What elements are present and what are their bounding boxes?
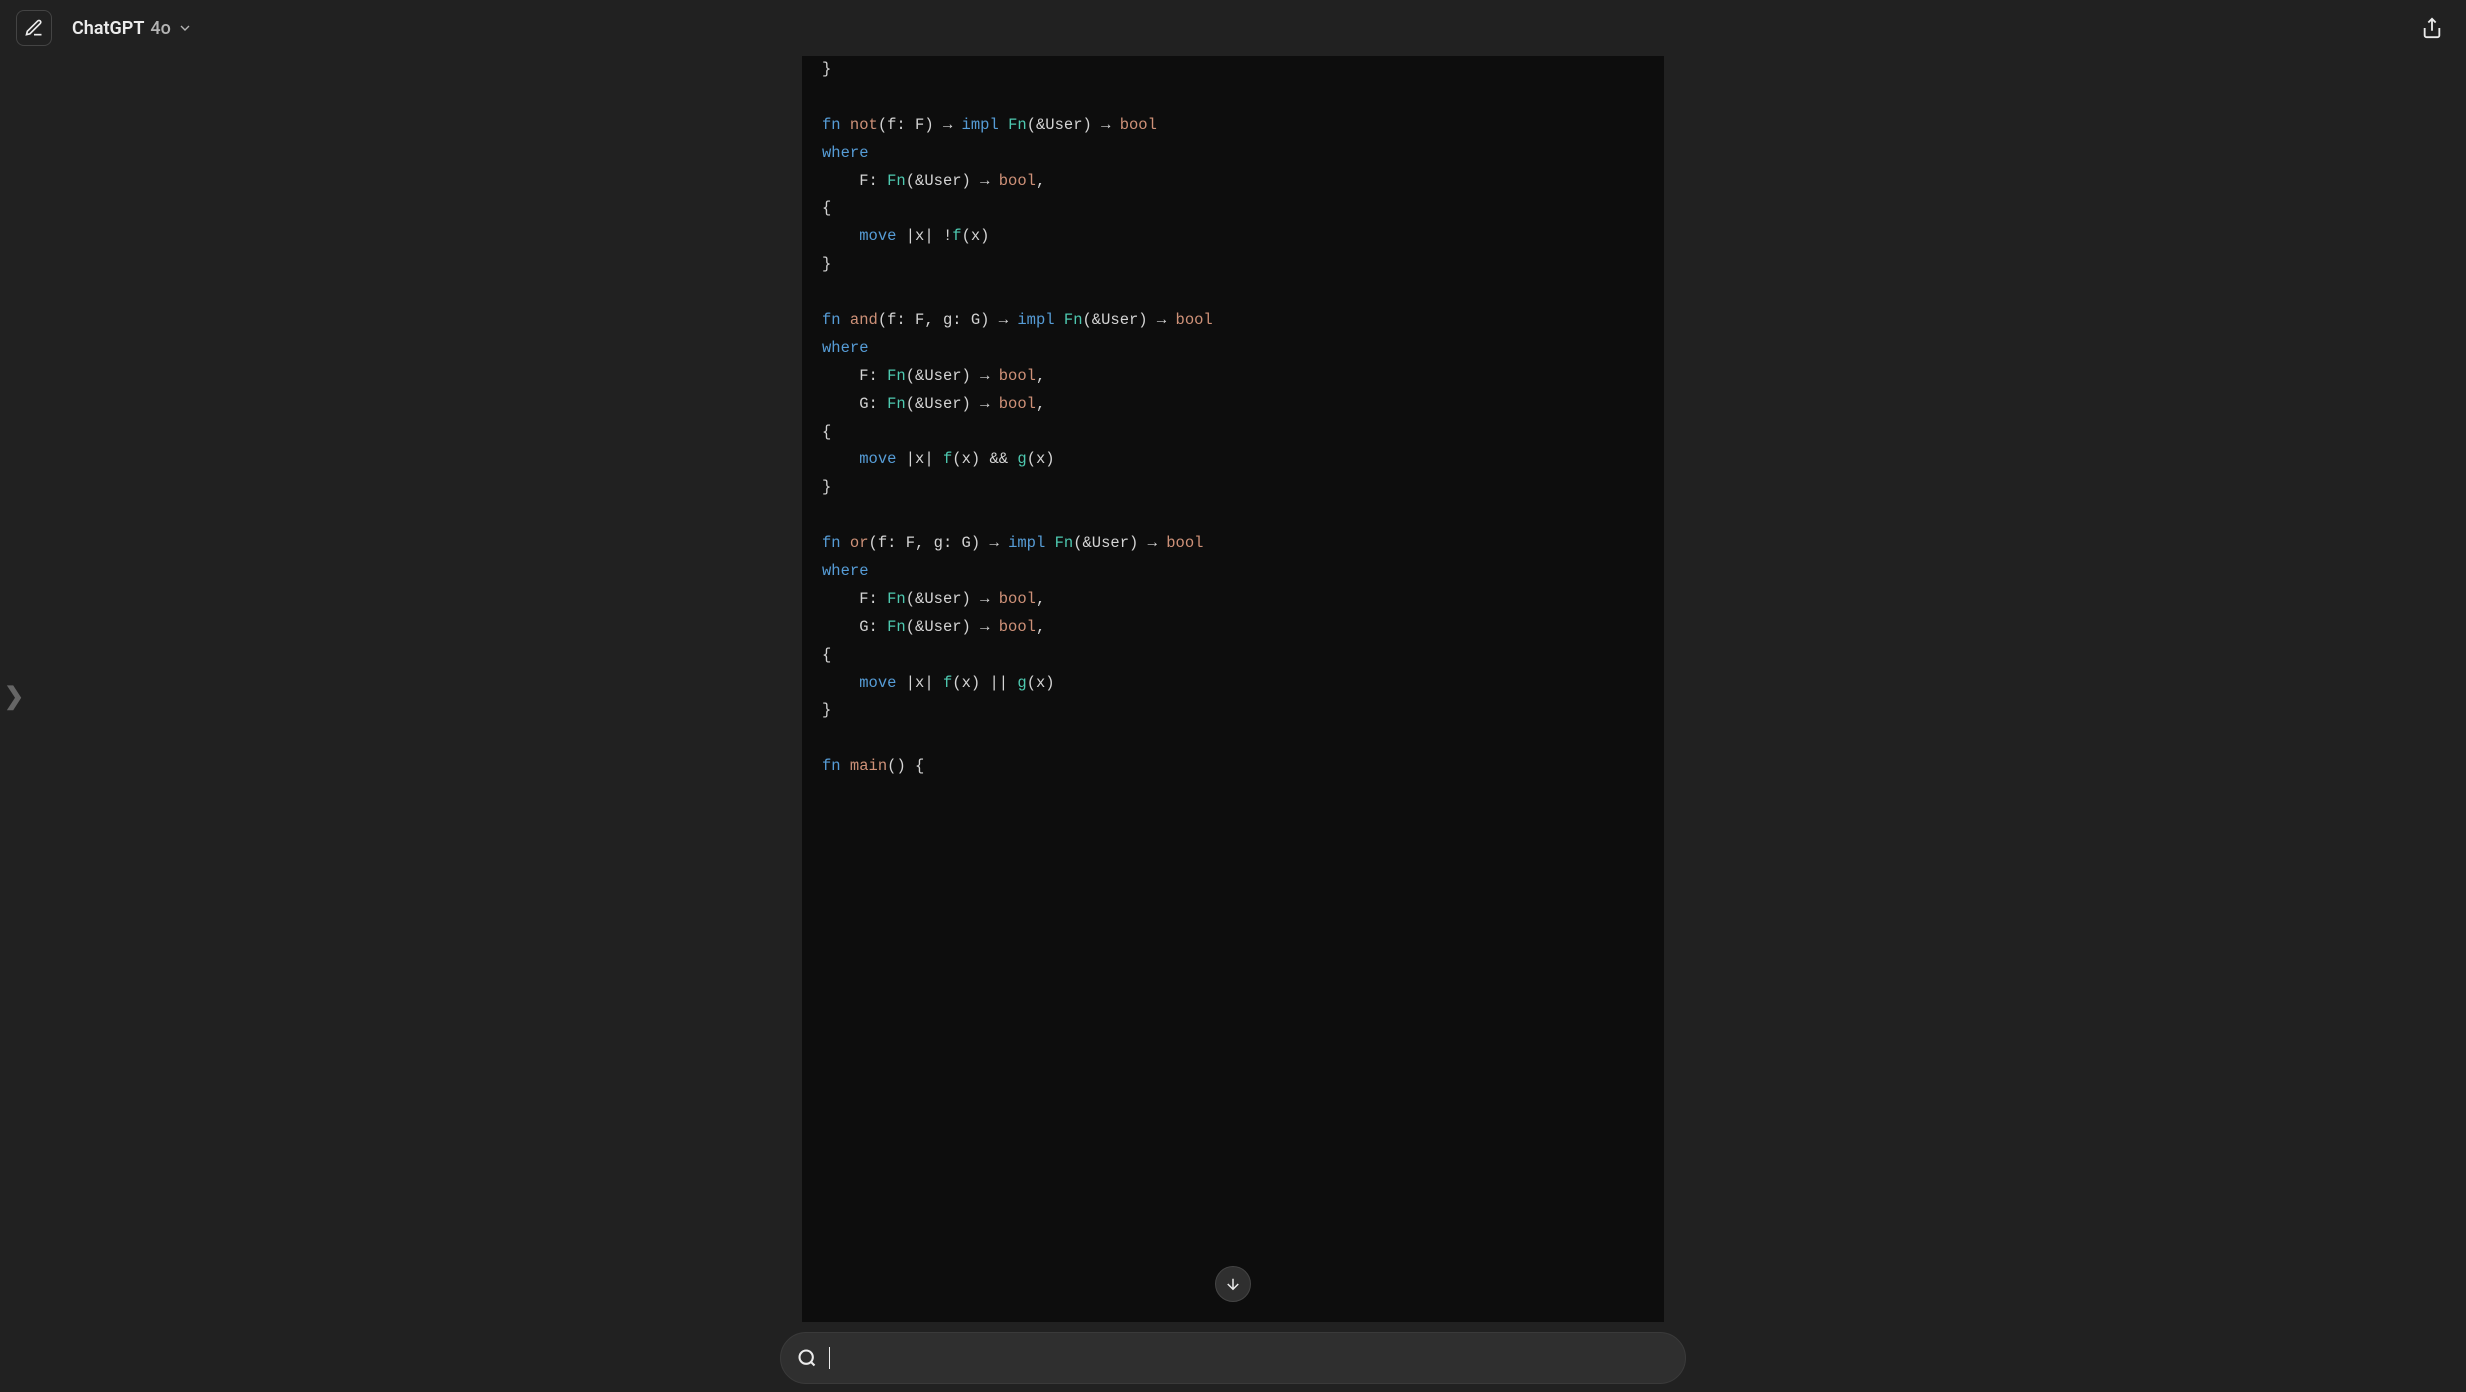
main-content: } fn not(f: F) → impl Fn(&User) → bool w… xyxy=(0,56,2466,1322)
header: ChatGPT 4o xyxy=(0,0,2466,56)
arrow-down-icon xyxy=(1224,1275,1242,1293)
chevron-down-icon xyxy=(177,20,193,36)
model-name: ChatGPT xyxy=(72,18,144,39)
code-block: } fn not(f: F) → impl Fn(&User) → bool w… xyxy=(802,56,1664,1322)
input-area xyxy=(0,1322,2466,1392)
model-selector[interactable]: ChatGPT 4o xyxy=(72,18,193,39)
message-input[interactable] xyxy=(780,1332,1686,1384)
share-button[interactable] xyxy=(2414,10,2450,46)
share-icon xyxy=(2421,17,2443,39)
new-chat-button[interactable] xyxy=(16,10,52,46)
edit-icon xyxy=(24,18,44,38)
scroll-down-button[interactable] xyxy=(1215,1266,1251,1302)
input-cursor xyxy=(829,1347,830,1369)
search-icon xyxy=(797,1348,817,1368)
model-version: 4o xyxy=(150,18,170,39)
